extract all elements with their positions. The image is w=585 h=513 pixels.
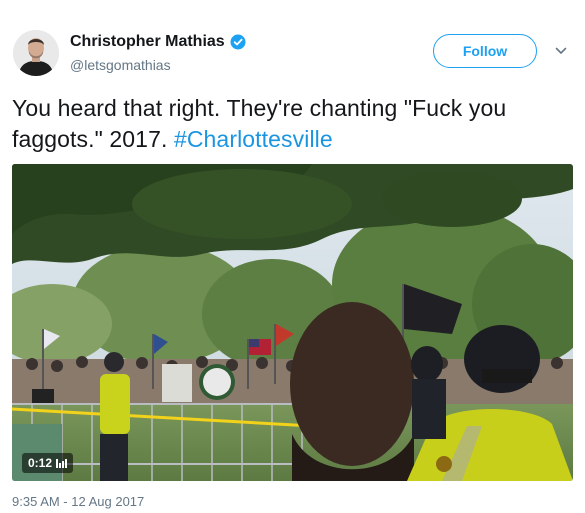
- video-duration: 0:12: [28, 456, 53, 470]
- tweet-text: You heard that right. They're chanting "…: [12, 93, 572, 155]
- video-player[interactable]: 0:12: [12, 164, 573, 481]
- avatar[interactable]: [13, 30, 59, 76]
- display-name-row: Christopher Mathias: [70, 32, 246, 52]
- author-block: Christopher Mathias @letsgomathias: [70, 32, 246, 73]
- verified-badge-icon: [230, 34, 246, 50]
- author-display-name[interactable]: Christopher Mathias: [70, 33, 225, 51]
- video-frame: [12, 164, 573, 481]
- hashtag-link[interactable]: #Charlottesville: [174, 126, 333, 152]
- video-duration-badge: 0:12: [22, 453, 74, 473]
- volume-bars-icon: [56, 458, 68, 468]
- chevron-down-icon[interactable]: [553, 43, 569, 59]
- author-handle[interactable]: @letsgomathias: [70, 57, 246, 73]
- tweet-card: Christopher Mathias @letsgomathias Follo…: [0, 0, 585, 513]
- avatar-image: [13, 30, 59, 76]
- follow-button[interactable]: Follow: [433, 34, 537, 68]
- tweet-timestamp[interactable]: 9:35 AM - 12 Aug 2017: [12, 494, 144, 509]
